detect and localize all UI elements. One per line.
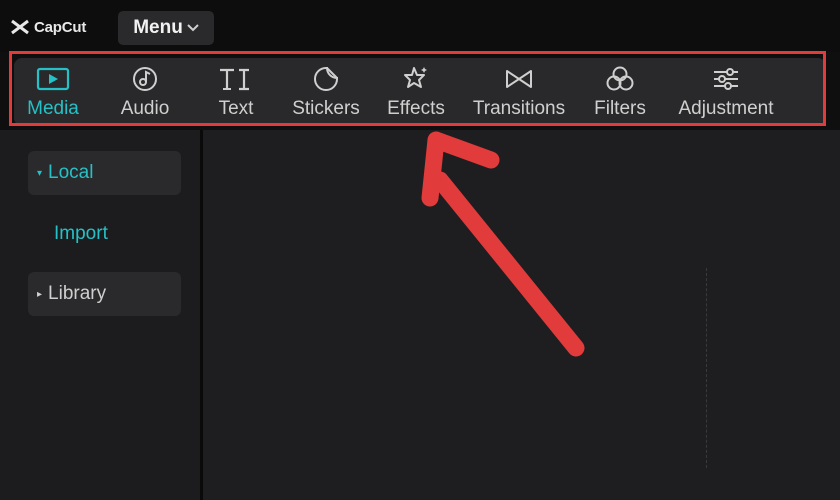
sidebar-item-library-label: Library [48,283,107,304]
capcut-logo: CapCut [10,16,86,38]
tab-adjustment-label: Adjustment [678,98,774,119]
tab-transitions[interactable]: Transitions [468,58,570,126]
title-bar: CapCut Menu [0,0,840,52]
tab-effects[interactable]: Effects [384,58,448,126]
tab-audio-label: Audio [120,98,170,119]
adjustment-icon [711,64,741,94]
stickers-icon [312,64,340,94]
transitions-icon [504,64,534,94]
tab-transitions-label: Transitions [472,98,566,119]
media-icon [36,64,70,94]
tab-media-label: Media [27,98,79,119]
media-panel [203,130,840,500]
tab-stickers[interactable]: Stickers [288,58,364,126]
tab-adjustment[interactable]: Adjustment [670,58,782,126]
logo-text: CapCut [34,18,87,36]
capcut-logo-icon [11,19,29,35]
toolbar: Media Audio Text Stickers Effects Transi… [14,58,826,126]
chevron-down-icon [187,24,199,32]
sidebar-item-library[interactable]: ▸ Library [28,272,181,316]
sidebar-item-local-label: Local [48,162,94,183]
sidebar-item-local[interactable]: ▾ Local [28,151,181,195]
panel-guide-line [706,268,707,468]
caret-down-icon: ▾ [37,167,43,179]
text-icon [218,64,254,94]
tab-effects-label: Effects [387,98,445,119]
tab-media[interactable]: Media [20,58,86,126]
caret-right-icon: ▸ [37,288,43,300]
menu-label: Menu [133,17,183,38]
sidebar-item-import[interactable]: Import [54,223,108,245]
tab-audio[interactable]: Audio [112,58,178,126]
tab-text-label: Text [218,98,254,119]
filters-icon [605,64,635,94]
menu-button[interactable]: Menu [118,11,214,45]
tab-filters[interactable]: Filters [590,58,650,126]
tab-text[interactable]: Text [210,58,262,126]
effects-icon [402,64,430,94]
sidebar: ▾ Local Import ▸ Library [0,130,200,500]
audio-icon [131,64,159,94]
tab-stickers-label: Stickers [292,98,360,119]
tab-filters-label: Filters [594,98,646,119]
